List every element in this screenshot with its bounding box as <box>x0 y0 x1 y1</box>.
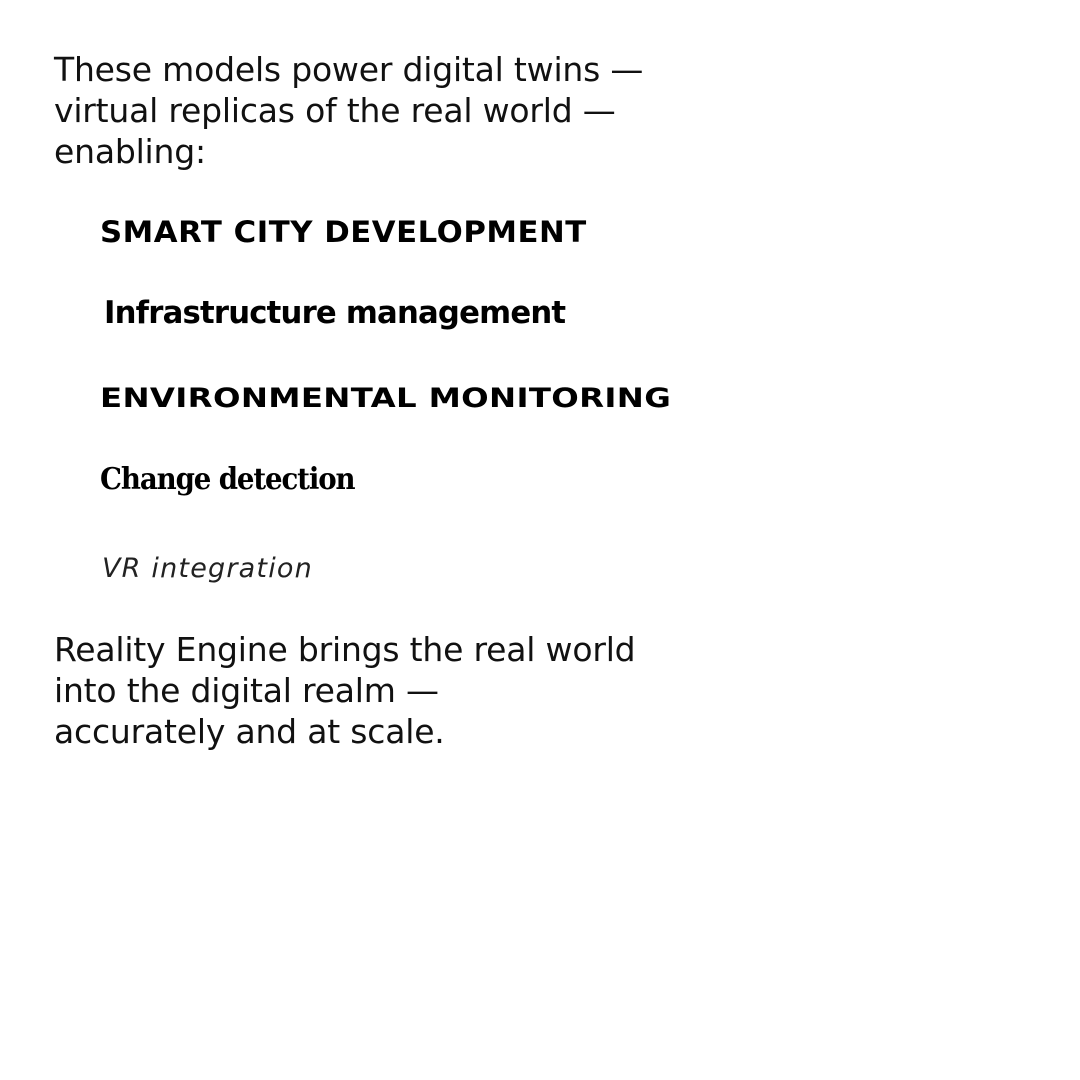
outro-line: Reality Engine brings the real world <box>54 630 636 669</box>
intro-line: virtual replicas of the real world — <box>54 91 616 130</box>
document-page: These models power digital twins — virtu… <box>0 0 1080 1080</box>
intro-line: These models power digital twins — <box>54 50 644 89</box>
outro-line: accurately and at scale. <box>54 712 445 751</box>
feature-item-infrastructure: Infrastructure management <box>104 295 566 331</box>
feature-item-environmental: Environmental monitoring <box>100 382 672 415</box>
outro-paragraph: Reality Engine brings the real world int… <box>54 629 694 752</box>
feature-item-smart-city: Smart City Development <box>100 215 587 249</box>
feature-item-vr-integration: VR integration <box>102 553 313 584</box>
feature-item-change-detection: Change detection <box>100 462 356 497</box>
intro-paragraph: These models power digital twins — virtu… <box>54 49 694 172</box>
intro-line: enabling: <box>54 132 206 171</box>
outro-line: into the digital realm — <box>54 671 439 710</box>
